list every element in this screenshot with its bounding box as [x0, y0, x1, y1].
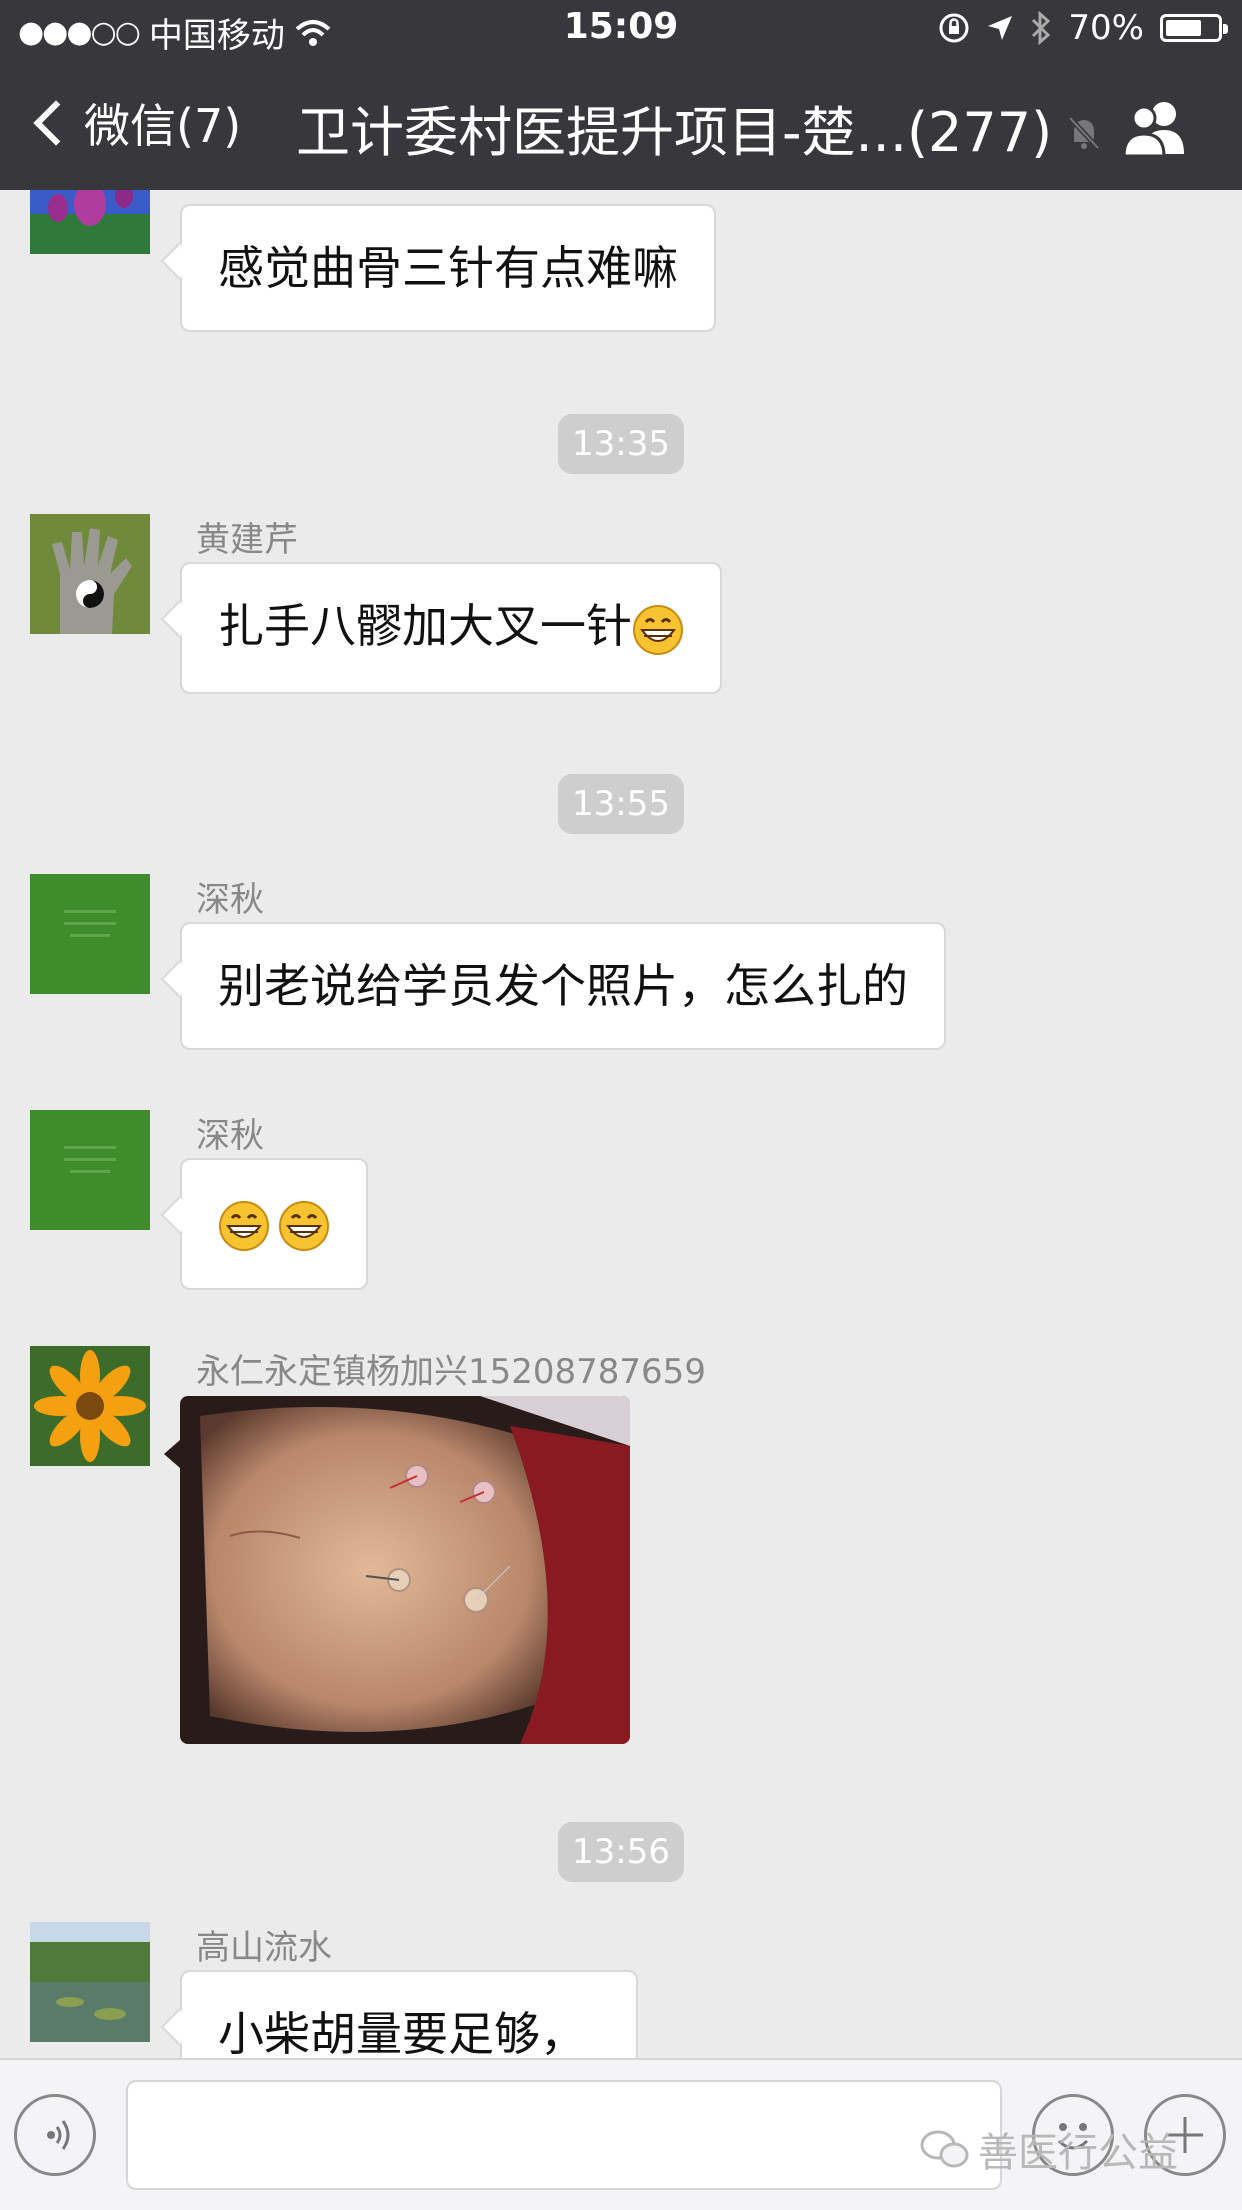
green-paper-avatar-icon [30, 874, 150, 994]
photo-message[interactable] [180, 1396, 630, 1744]
sunflower-avatar-icon [30, 1346, 150, 1466]
message-bubble[interactable]: 小柴胡量要足够， [180, 1970, 638, 2058]
photo-bubble-tail [164, 1440, 180, 1468]
status-bar: ●●●○○ 中国移动 15:09 70% [0, 0, 1242, 60]
sender-name: 高山流水 [196, 1928, 332, 1968]
timestamp: 13:35 [558, 414, 684, 474]
watermark-text: 善医行公益 [978, 2130, 1178, 2176]
grin-emoji-icon [219, 1200, 269, 1251]
top-bar: ●●●○○ 中国移动 15:09 70% 微信(7) 卫计委村医提升项目-楚..… [0, 0, 1242, 190]
lotus-avatar-icon [30, 190, 150, 254]
bluetooth-icon [1032, 11, 1051, 45]
sender-name: 深秋 [196, 880, 264, 920]
voice-icon [47, 2120, 70, 2150]
green-paper-avatar-icon [30, 1110, 150, 1230]
avatar[interactable] [30, 514, 150, 634]
hand-taiji-avatar-icon [30, 514, 150, 634]
mute-bell-icon [1068, 116, 1100, 150]
message-bubble[interactable]: 感觉曲骨三针有点难嘛 [180, 204, 716, 332]
message-input[interactable] [126, 2080, 1002, 2190]
input-bar: 善医行公益 [0, 2058, 1242, 2210]
watermark: 善医行公益 [920, 2120, 1178, 2178]
timestamp: 13:55 [558, 774, 684, 834]
pond-avatar-icon [30, 1922, 150, 2042]
sender-name: 深秋 [196, 1116, 264, 1156]
message-bubble[interactable] [180, 1158, 368, 1290]
message-bubble[interactable]: 别老说给学员发个照片，怎么扎的 [180, 922, 946, 1050]
message-text: 感觉曲骨三针有点难嘛 [218, 241, 678, 295]
battery-percent: 70% [1068, 8, 1144, 48]
avatar[interactable] [30, 1110, 150, 1230]
sender-name: 永仁永定镇杨加兴15208787659 [196, 1352, 706, 1392]
timestamp: 13:56 [558, 1822, 684, 1882]
acupuncture-photo-icon [180, 1396, 630, 1744]
grin-emoji-icon [279, 1200, 329, 1251]
avatar[interactable] [30, 874, 150, 994]
sender-name: 黄建芹 [196, 520, 298, 560]
wechat-logo-icon [920, 2130, 969, 2168]
avatar[interactable] [30, 1922, 150, 2042]
message-text: 扎手八髎加大叉一针 [218, 599, 632, 653]
back-label: 微信(7) [84, 99, 242, 153]
chevron-left-icon [33, 100, 79, 146]
voice-button[interactable] [14, 2094, 96, 2176]
chat-title: 卫计委村医提升项目-楚...(277) [296, 101, 1053, 164]
group-info-icon[interactable] [1118, 96, 1192, 160]
message-text: 别老说给学员发个照片，怎么扎的 [218, 959, 908, 1013]
avatar[interactable] [30, 190, 150, 254]
battery-fill [1166, 20, 1201, 36]
message-list[interactable]: 感觉曲骨三针有点难嘛 13:35 黄建芹 扎手八髎加大叉一针 13:55 深秋 … [0, 190, 1242, 2058]
grin-emoji-icon [633, 604, 683, 655]
back-button[interactable]: 微信(7) [33, 90, 242, 156]
rotation-lock-icon [939, 13, 969, 43]
location-arrow-icon [988, 16, 1013, 40]
message-text: 小柴胡量要足够， [218, 2007, 586, 2058]
battery-icon [1160, 14, 1228, 42]
nav-bar: 微信(7) 卫计委村医提升项目-楚...(277) [0, 60, 1242, 190]
message-bubble[interactable]: 扎手八髎加大叉一针 [180, 562, 722, 694]
avatar[interactable] [30, 1346, 150, 1466]
